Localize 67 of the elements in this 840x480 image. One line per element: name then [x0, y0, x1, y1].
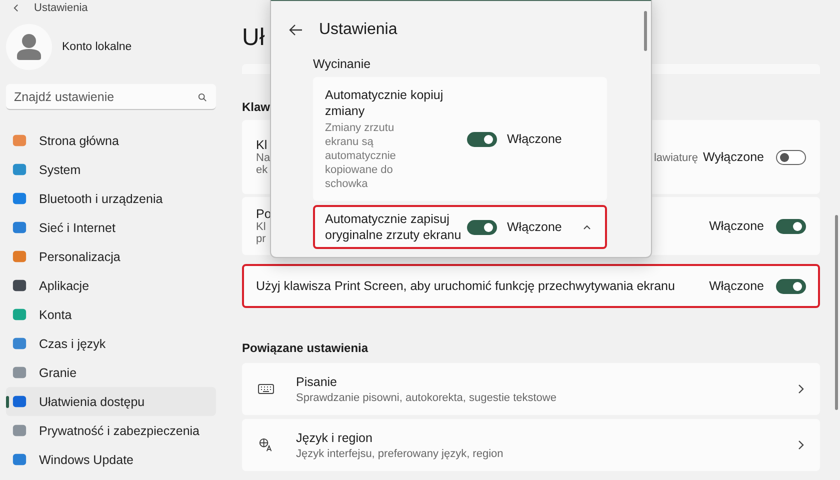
category-icon — [12, 278, 27, 293]
toggle-switch[interactable] — [467, 132, 497, 146]
category-icon — [12, 394, 27, 409]
language-icon — [258, 438, 274, 452]
toggle-switch[interactable] — [467, 220, 497, 234]
keyboard-icon — [258, 382, 274, 396]
category-icon — [12, 191, 27, 206]
category-icon — [12, 133, 27, 148]
toggle-status: Włączone — [709, 279, 764, 293]
back-arrow-icon[interactable] — [289, 24, 303, 36]
search-icon — [198, 93, 207, 102]
related-title: Język i region — [296, 430, 374, 444]
category-icon — [12, 423, 27, 438]
related-description: Język interfejsu, preferowany język, region — [296, 448, 504, 460]
popup-title: Ustawienia — [319, 21, 398, 39]
toggle-switch[interactable] — [776, 218, 806, 234]
toggle-status: Włączone — [507, 132, 563, 146]
sidebar-item[interactable]: Prywatność i zabezpieczenia — [6, 416, 216, 445]
sidebar-item[interactable]: Konta — [6, 300, 216, 329]
scrollbar[interactable] — [835, 215, 838, 410]
category-icon — [12, 249, 27, 264]
account-name: Konto lokalne — [62, 41, 132, 53]
category-icon — [12, 365, 27, 380]
chevron-right-icon — [798, 440, 804, 450]
setting-description: Na — [256, 152, 270, 164]
setting-description: pr — [256, 233, 266, 245]
toggle-status: Włączone — [709, 219, 764, 233]
setting-description: Zmiany zrzutu ekranu są automatycznie kopiowane do schowka — [325, 121, 397, 191]
category-icon — [12, 452, 27, 467]
avatar-icon — [6, 24, 52, 70]
setting-title: Automatycznie zapisuj oryginalne zrzuty ekranu — [325, 211, 462, 243]
section-heading: Klaw — [242, 100, 270, 114]
setting-description: ek — [256, 164, 268, 176]
sidebar-item[interactable]: Aplikacje — [6, 271, 216, 300]
sidebar-item[interactable]: Personalizacja — [6, 242, 216, 271]
toggle-switch[interactable] — [776, 278, 806, 294]
sidebar-item[interactable]: Granie — [6, 358, 216, 387]
sidebar-item[interactable]: Bluetooth i urządzenia — [6, 184, 216, 213]
related-setting-link[interactable]: Pisanie Sprawdzanie pisowni, autokorekta, sugestie tekstowe — [242, 363, 820, 415]
chevron-right-icon — [798, 384, 804, 394]
sidebar-item[interactable]: Strona główna — [6, 126, 216, 155]
sidebar-item[interactable]: Windows Update — [6, 445, 216, 474]
category-icon — [12, 307, 27, 322]
app-title: Ustawienia — [34, 2, 88, 14]
category-icon — [12, 220, 27, 235]
toggle-switch[interactable] — [776, 150, 806, 164]
category-icon — [12, 336, 27, 351]
setting-description: Kl — [256, 221, 266, 233]
toggle-status: Wyłączone — [702, 150, 764, 164]
setting-description: lawiaturę — [654, 152, 698, 164]
section-heading: Wycinanie — [313, 57, 372, 71]
related-title: Pisanie — [296, 374, 338, 388]
toggle-status: Włączone — [507, 220, 563, 234]
sidebar-item[interactable]: Sieć i Internet — [6, 213, 216, 242]
sidebar-item[interactable]: System — [6, 155, 216, 184]
related-description: Sprawdzanie pisowni, autokorekta, sugestie tekstowe — [296, 392, 558, 404]
setting-title: Użyj klawisza Print Screen, aby uruchomić funkcję przechwytywania ekranu — [256, 279, 675, 293]
setting-title: Kl — [256, 138, 268, 152]
related-setting-link[interactable]: Język i region Język interfejsu, preferowany język, region — [242, 419, 820, 471]
section-heading: Powiązane ustawienia — [242, 341, 368, 355]
sidebar-item[interactable]: Czas i język — [6, 329, 216, 358]
category-icon — [12, 162, 27, 177]
search-field[interactable]: Znajdź ustawienie — [6, 84, 216, 110]
chevron-up-icon[interactable] — [583, 224, 591, 230]
setting-title: Automatycznie kopiuj zmiany — [325, 87, 444, 119]
page-title: Uł — [242, 23, 265, 53]
sidebar-item[interactable]: Ułatwienia dostępu — [6, 387, 216, 416]
